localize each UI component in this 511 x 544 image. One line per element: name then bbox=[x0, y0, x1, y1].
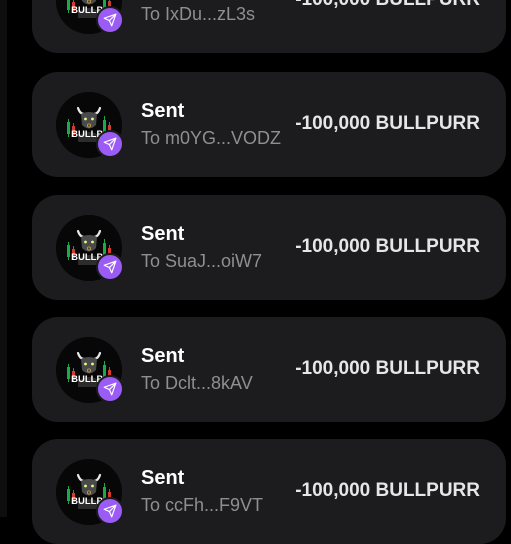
transaction-title: Sent bbox=[141, 345, 185, 367]
transaction-amount: -100,000 BULLPURR bbox=[295, 358, 480, 379]
recipient-address: To IxDu...zL3s bbox=[141, 4, 256, 24]
recipient-address: To m0YG...VODZ bbox=[141, 128, 282, 148]
recipient-address: To Dclt...8kAV bbox=[141, 373, 253, 393]
send-arrow-icon bbox=[96, 253, 124, 281]
transaction-amount: -100,000 BULLPURR bbox=[295, 0, 480, 11]
transaction-title: Sent bbox=[141, 223, 185, 245]
send-arrow-icon bbox=[96, 497, 124, 525]
token-avatar: BULLP bbox=[56, 92, 124, 158]
transaction-title: Sent bbox=[141, 100, 185, 122]
send-arrow-icon bbox=[96, 130, 124, 158]
transaction-row[interactable]: BULLP Sent To Dclt...8kAV -100,000 BULLP… bbox=[32, 317, 506, 422]
token-avatar: BULLP bbox=[56, 337, 124, 403]
send-arrow-icon bbox=[96, 375, 124, 403]
transaction-amount: -100,000 BULLPURR bbox=[295, 480, 480, 501]
transaction-amount: -100,000 BULLPURR bbox=[295, 236, 480, 257]
transaction-title: Sent bbox=[141, 467, 185, 489]
transaction-amount: -100,000 BULLPURR bbox=[295, 113, 480, 134]
transaction-row[interactable]: BULLP Sent To m0YG...VODZ -100,000 BULLP… bbox=[32, 72, 506, 177]
transaction-list[interactable]: BULLP To IxDu...zL3s -100,000 BULLPURR B… bbox=[32, 0, 506, 544]
send-arrow-icon bbox=[96, 6, 124, 34]
recipient-address: To SuaJ...oiW7 bbox=[141, 251, 263, 271]
recipient-address: To ccFh...F9VT bbox=[141, 495, 264, 515]
left-edge-strip bbox=[0, 0, 7, 517]
token-avatar: BULLP bbox=[56, 459, 124, 525]
token-avatar: BULLP bbox=[56, 215, 124, 281]
transaction-row[interactable]: BULLP To IxDu...zL3s -100,000 BULLPURR bbox=[32, 0, 506, 53]
token-avatar: BULLP bbox=[56, 0, 124, 34]
transaction-row[interactable]: BULLP Sent To SuaJ...oiW7 -100,000 BULLP… bbox=[32, 195, 506, 300]
transaction-row[interactable]: BULLP Sent To ccFh...F9VT -100,000 BULLP… bbox=[32, 439, 506, 544]
